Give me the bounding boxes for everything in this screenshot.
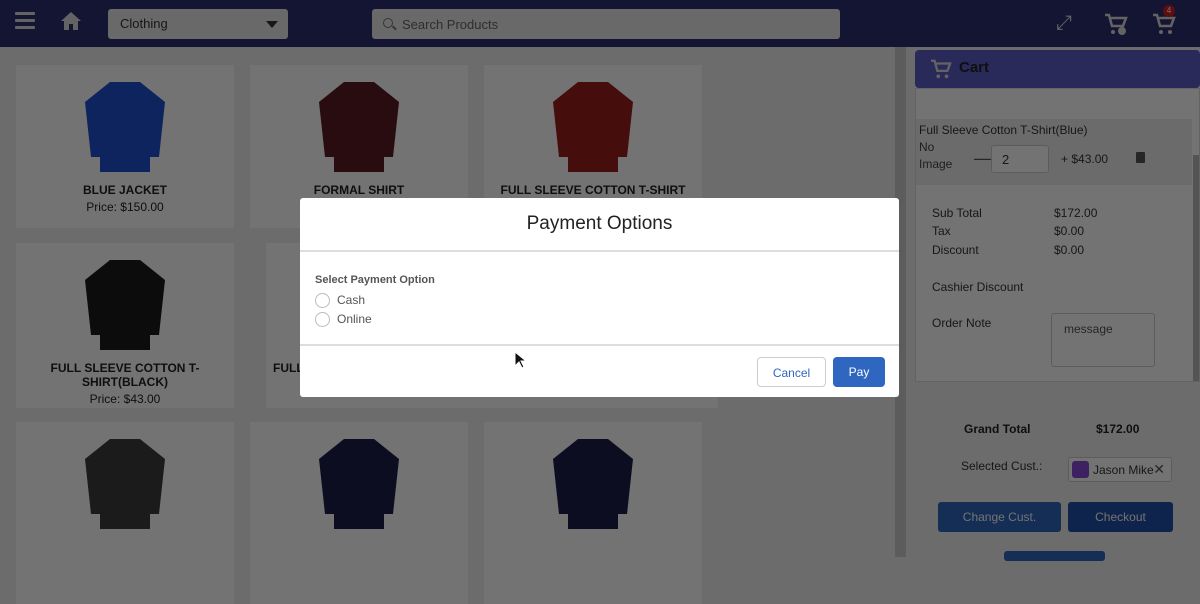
change-customer-label: Change Cust. [962, 510, 1037, 524]
product-image [553, 439, 633, 529]
tax-value: $0.00 [1054, 224, 1085, 238]
modal-title: Payment Options [526, 213, 673, 234]
product-name: FULL SLEEVE COTTON T-SHIRT(BLACK) [50, 361, 200, 389]
product-card[interactable] [484, 422, 702, 604]
trash-icon[interactable] [1136, 152, 1145, 163]
checkout-label: Checkout [1095, 510, 1146, 524]
product-image [319, 82, 399, 172]
cart-item-name: Full Sleeve Cotton T-Shirt(Blue) [919, 123, 1088, 137]
product-price: Price: $150.00 [86, 200, 164, 214]
home-icon[interactable] [60, 10, 82, 32]
cancel-button[interactable]: Cancel [757, 357, 826, 387]
cart-check-icon[interactable] [1104, 12, 1128, 36]
customer-name: Jason Mike [1093, 463, 1154, 477]
online-radio[interactable] [315, 312, 330, 327]
product-image [319, 439, 399, 529]
discount-label: Discount [932, 243, 979, 257]
tax-label: Tax [932, 224, 951, 238]
cart-icon [930, 59, 952, 79]
fullscreen-icon[interactable]: ⤢ [1056, 12, 1080, 36]
discount-value: $0.00 [1054, 243, 1085, 257]
cash-radio[interactable] [315, 293, 330, 308]
chevron-down-icon [266, 21, 278, 28]
category-value: Clothing [120, 16, 168, 31]
product-name: FORMAL SHIRT [313, 183, 405, 197]
product-image [85, 439, 165, 529]
product-card[interactable] [250, 422, 468, 604]
cart-scrollbar[interactable] [1193, 155, 1199, 381]
search-input[interactable]: Search Products [372, 9, 840, 39]
cart-title: Cart [959, 59, 990, 76]
grand-total-value: $172.00 [1096, 422, 1140, 436]
payment-option-label: Select Payment Option [315, 274, 435, 286]
product-name: BLUE JACKET [82, 183, 167, 197]
product-image [85, 82, 165, 172]
cart-items: Full Sleeve Cotton T-Shirt(Blue) No Imag… [915, 88, 1200, 382]
product-price: Price: $43.00 [89, 392, 161, 406]
sub-total-label: Sub Total [932, 206, 982, 220]
quantity-input[interactable]: 2 [991, 145, 1049, 173]
product-card[interactable]: FULL SLEEVE COTTON T-SHIRT(BLACK) Price: … [16, 243, 234, 408]
menu-icon[interactable] [15, 12, 35, 30]
grand-total-label: Grand Total [964, 422, 1031, 436]
payment-options-modal: Payment Options Select Payment Option Ca… [300, 198, 899, 397]
search-icon [383, 18, 393, 28]
product-card[interactable] [16, 422, 234, 604]
cart-panel: Cart Full Sleeve Cotton T-Shirt(Blue) No… [906, 47, 1200, 561]
close-icon[interactable]: ✕ [1153, 461, 1165, 478]
cart-count-badge: 4 [1163, 5, 1175, 17]
online-label[interactable]: Online [337, 312, 372, 326]
product-image [553, 82, 633, 172]
category-select[interactable]: Clothing [108, 9, 288, 39]
cart-item: Full Sleeve Cotton T-Shirt(Blue) No Imag… [916, 119, 1192, 185]
contact-icon [1072, 461, 1089, 478]
cashier-discount-label: Cashier Discount [932, 280, 1024, 294]
change-customer-button[interactable]: Change Cust. [938, 502, 1061, 532]
cart-item-price: + $43.00 [1061, 152, 1109, 166]
checkout-button[interactable]: Checkout [1068, 502, 1173, 532]
selected-customer-label: Selected Cust.: [961, 459, 1043, 473]
cart-header: Cart [915, 50, 1200, 88]
cart-item-image: No Image [919, 140, 953, 171]
more-button[interactable] [1004, 551, 1105, 561]
product-card[interactable]: BLUE JACKET Price: $150.00 [16, 65, 234, 228]
divider [300, 250, 899, 252]
order-note-label: Order Note [932, 316, 992, 330]
cash-label[interactable]: Cash [337, 293, 365, 307]
product-name: FULL SLEEVE COTTON T-SHIRT [500, 183, 686, 197]
sub-total-value: $172.00 [1054, 206, 1098, 220]
top-bar: Clothing Search Products ⤢ 4 [0, 0, 1200, 47]
pay-button[interactable]: Pay [833, 357, 885, 387]
order-note-input[interactable]: message [1051, 313, 1155, 367]
decrease-qty-button[interactable]: — [974, 148, 992, 169]
divider [300, 344, 899, 346]
search-placeholder: Search Products [402, 17, 499, 32]
customer-chip: Jason Mike ✕ [1068, 457, 1172, 482]
product-image [85, 260, 165, 350]
